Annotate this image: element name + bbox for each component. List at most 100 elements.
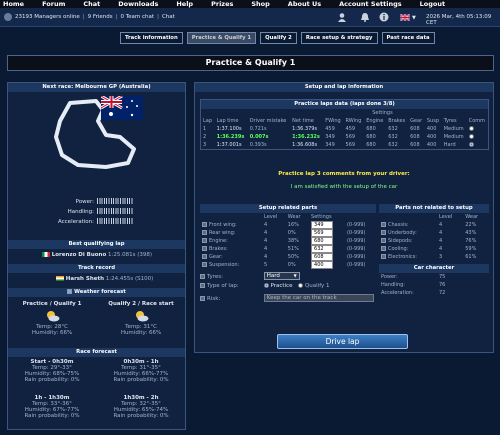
attr-power: Power: xyxy=(8,198,185,208)
nav-shop[interactable]: Shop xyxy=(242,0,278,8)
front-wing-input[interactable]: 349 xyxy=(311,221,334,229)
language-flag-icon[interactable] xyxy=(399,13,411,23)
checkbox-icon[interactable] xyxy=(67,289,73,294)
drive-lap-button[interactable]: Drive lap xyxy=(277,334,408,349)
track-record-driver[interactable]: Harsh Sheth xyxy=(66,276,104,282)
managers-online[interactable]: 23193 Managers online xyxy=(15,14,80,20)
bell-icon[interactable] xyxy=(360,12,370,24)
front-wing-icon xyxy=(202,222,207,227)
electronics-icon xyxy=(381,254,386,259)
part-underbody: Underbody: 4 43% xyxy=(379,229,489,237)
user-icon[interactable] xyxy=(4,13,12,21)
lap-type-row: Type of lap: Practice Qualify 1 xyxy=(200,283,376,294)
setup-part-rear-wing: Rear wing: 4 0% 569 (0-999) xyxy=(200,229,376,237)
risk-select[interactable]: Keep the car on the track xyxy=(263,294,374,302)
forecast-slot-2: 0h30m - 1h Temp: 31°-35° Humidity: 66%-7… xyxy=(113,359,169,383)
lap-type-qualify-radio[interactable] xyxy=(298,283,304,288)
top-nav: Home Forum Chat Downloads Help Prizes Sh… xyxy=(0,0,500,8)
brakes-input[interactable]: 632 xyxy=(311,245,334,253)
lap-select-radio[interactable] xyxy=(468,134,474,139)
tab-qualify-2[interactable]: Qualify 2 xyxy=(260,32,297,44)
forecast-slot-1: Start - 0h30m Temp: 29°-33° Humidity: 68… xyxy=(24,359,80,383)
setup-part-front-wing: Front wing: 4 16% 349 (0-999) xyxy=(200,221,376,229)
laps-table-box: Practice laps data (laps done 3/8) Setti… xyxy=(200,99,489,150)
car-character-table: Power: 75 Handling: 76 Acceleration: 72 xyxy=(379,273,489,297)
forecast-slot-3: 1h - 1h30m Temp: 33°-36° Humidity: 67%-7… xyxy=(24,395,80,419)
laps-header: Practice laps data (laps done 3/8) xyxy=(201,100,488,109)
power-bar xyxy=(97,198,133,204)
nav-chat[interactable]: Chat xyxy=(74,0,109,8)
best-qual-header: Best qualifying lap xyxy=(8,240,185,249)
setup-parts-table: Level Wear Settings Front wing: 4 16% 34… xyxy=(200,213,376,269)
suspension-input[interactable]: 400 xyxy=(311,261,334,269)
tyres-icon xyxy=(200,273,205,279)
nav-forum[interactable]: Forum xyxy=(33,0,74,8)
lap-row[interactable]: 2 1:36.239s 0.007s 1:36.232s 349 569 680… xyxy=(201,133,488,141)
italy-flag-icon xyxy=(42,252,50,257)
attr-acceleration: Acceleration: xyxy=(8,218,185,228)
right-panel: Setup and lap information Practice laps … xyxy=(194,82,494,353)
tab-past-race-data[interactable]: Past race data xyxy=(381,32,435,44)
avatar[interactable] xyxy=(337,12,347,24)
track-record-time: 1:24.455s (S100) xyxy=(105,276,154,282)
tab-track-information[interactable]: Track information xyxy=(120,32,183,44)
underbody-icon xyxy=(381,230,386,235)
setup-header: Setup and lap information xyxy=(195,83,493,92)
rear-wing-input[interactable]: 569 xyxy=(311,229,334,237)
laps-table: Settings Lap Lap time Driver mistake Net… xyxy=(201,109,488,149)
weather-race-start: Qualify 2 / Race start Temp: 31°C Humidi… xyxy=(108,301,174,336)
tab-race-setup-strategy[interactable]: Race setup & strategy xyxy=(300,32,378,44)
lap-row[interactable]: 3 1:37.001s 0.393s 1:36.608s 349 569 680… xyxy=(201,141,488,149)
track-record-header: Track record xyxy=(8,264,185,273)
chat-link[interactable]: Chat xyxy=(162,14,175,20)
friends-link[interactable]: 9 Friends xyxy=(88,14,113,20)
tyres-row: Tyres: Hard ▼ xyxy=(200,272,376,283)
sun-cloud-icon xyxy=(135,311,148,322)
page-tabs: Track information Practice & Qualify 1 Q… xyxy=(120,32,435,44)
forecast-slot-4: 1h30m - 2h Temp: 32°-35° Humidity: 65%-7… xyxy=(113,395,169,419)
part-sidepods: Sidepods: 4 76% xyxy=(379,237,489,245)
attr-handling: Handling: xyxy=(8,208,185,218)
best-qual-row: Lorenzo Di Buono 1:25.081s (398) xyxy=(42,252,152,258)
chassis-icon xyxy=(381,222,386,227)
best-qual-time: 1:25.081s (398) xyxy=(107,252,152,258)
weather-practice: Practice / Qualify 1 Temp: 28°C Humidity… xyxy=(22,301,82,336)
lap-select-radio[interactable] xyxy=(468,142,474,147)
setup-part-gear: Gear: 4 50% 608 (0-999) xyxy=(200,253,376,261)
lap-type-practice-radio[interactable] xyxy=(263,283,269,288)
chevron-down-icon[interactable]: ▼ xyxy=(412,15,416,21)
nav-logout[interactable]: Logout xyxy=(411,0,454,8)
driver-comment-header: Practice lap 3 comments from your driver… xyxy=(278,171,410,177)
left-panel: Next race: Melbourne GP (Australia) Powe… xyxy=(7,82,186,430)
brakes-icon xyxy=(202,246,207,251)
tyres-select[interactable]: Hard ▼ xyxy=(263,272,300,280)
lap-row[interactable]: 1 1:37.100s 0.721s 1:36.379s 459 459 680… xyxy=(201,125,488,133)
rear-wing-icon xyxy=(202,230,207,235)
nav-prizes[interactable]: Prizes xyxy=(202,0,242,8)
info-icon[interactable] xyxy=(379,12,389,24)
risk-row: Risk: Keep the car on the track xyxy=(200,294,376,305)
acceleration-bar xyxy=(97,218,133,224)
setup-part-engine: Engine: 4 38% 680 (0-999) xyxy=(200,237,376,245)
india-flag-icon xyxy=(56,276,64,281)
cooling-icon xyxy=(381,246,386,251)
handling-bar xyxy=(97,208,133,214)
nav-about[interactable]: About Us xyxy=(279,0,330,8)
risk-icon xyxy=(200,295,205,301)
nav-home[interactable]: Home xyxy=(0,0,33,8)
setup-parts-header: Setup related parts xyxy=(200,204,376,213)
gear-input[interactable]: 608 xyxy=(311,253,334,261)
tab-practice-qualify-1[interactable]: Practice & Qualify 1 xyxy=(186,32,257,44)
non-setup-section: Parts not related to setup Level Wear Ch… xyxy=(379,204,489,297)
setup-part-brakes: Brakes: 4 51% 632 (0-999) xyxy=(200,245,376,253)
team-chat-link[interactable]: 0 Team chat xyxy=(121,14,155,20)
engine-input[interactable]: 680 xyxy=(311,237,334,245)
best-qual-driver[interactable]: Lorenzo Di Buono xyxy=(52,252,106,258)
australia-flag-icon xyxy=(101,96,143,120)
lap-select-radio[interactable] xyxy=(468,126,474,131)
nav-help[interactable]: Help xyxy=(167,0,202,8)
nav-account-settings[interactable]: Account Settings xyxy=(330,0,411,8)
nav-downloads[interactable]: Downloads xyxy=(109,0,167,8)
non-setup-table: Level Wear Chassis: 4 22% Underbody: 4 4… xyxy=(379,213,489,261)
part-cooling: Cooling: 4 59% xyxy=(379,245,489,253)
